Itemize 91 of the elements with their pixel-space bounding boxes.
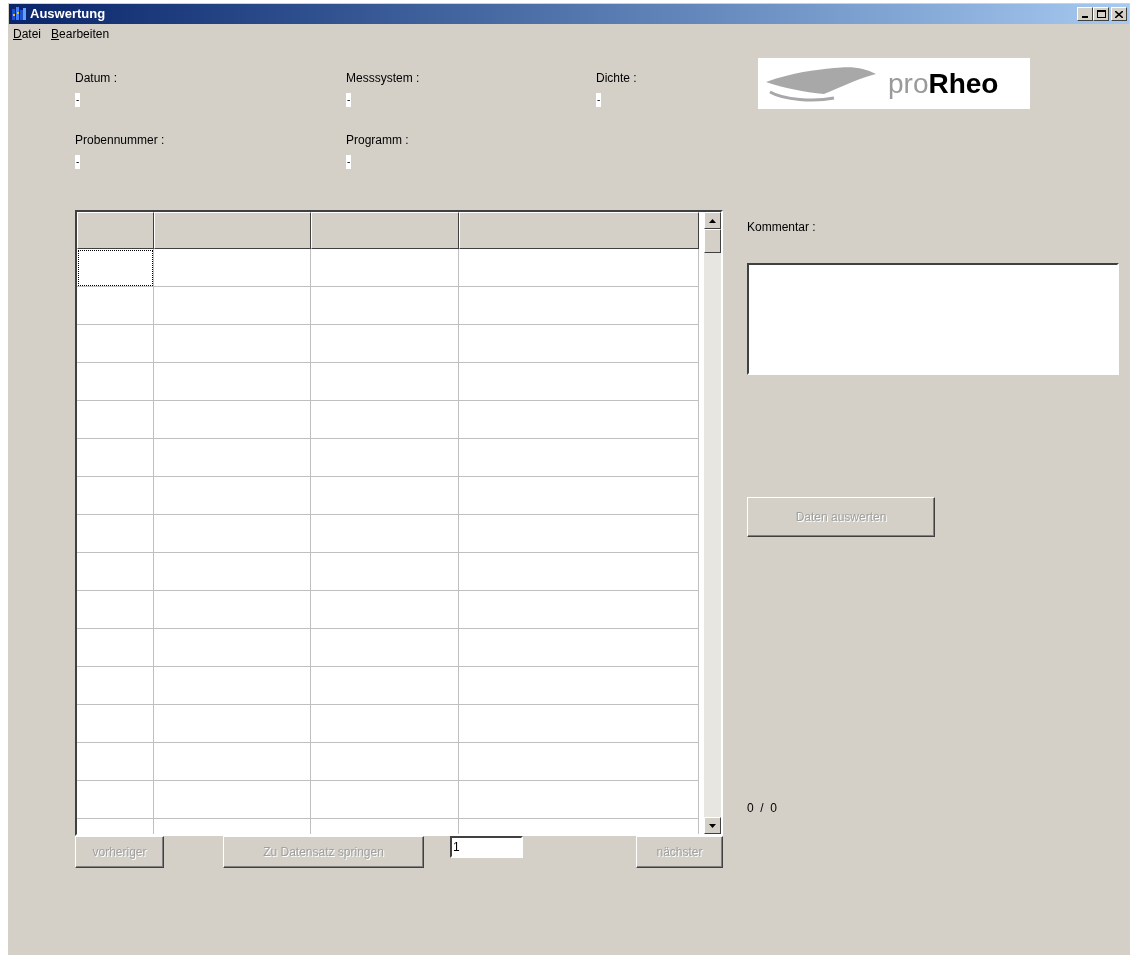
grid-cell[interactable] bbox=[311, 553, 459, 591]
menu-item[interactable]: Bearbeiten bbox=[51, 25, 110, 43]
grid-cell[interactable] bbox=[459, 743, 699, 781]
field-value: - bbox=[75, 155, 81, 169]
grid-cell[interactable] bbox=[154, 249, 311, 287]
column-header[interactable] bbox=[459, 212, 699, 249]
grid-cell[interactable] bbox=[311, 591, 459, 629]
grid-cell[interactable] bbox=[459, 249, 699, 287]
grid-cell[interactable] bbox=[311, 325, 459, 363]
record-field[interactable]: 1 bbox=[450, 836, 523, 858]
grid-cell[interactable] bbox=[154, 591, 311, 629]
comment-label: Kommentar : bbox=[747, 219, 817, 236]
grid-cell[interactable] bbox=[459, 477, 699, 515]
grid-cell[interactable] bbox=[311, 515, 459, 553]
grid-cell[interactable] bbox=[154, 287, 311, 325]
field-value: - bbox=[596, 93, 602, 107]
grid-cell[interactable] bbox=[311, 667, 459, 705]
scrollbar-thumb[interactable] bbox=[704, 229, 721, 253]
grid-cell[interactable] bbox=[154, 743, 311, 781]
grid-cell[interactable] bbox=[77, 705, 154, 743]
grid-cell[interactable] bbox=[459, 363, 699, 401]
field-label: Messsystem : bbox=[346, 70, 421, 87]
grid-cell[interactable] bbox=[154, 515, 311, 553]
grid-cell[interactable] bbox=[77, 287, 154, 325]
grid-cell[interactable] bbox=[154, 553, 311, 591]
grid-cell[interactable] bbox=[459, 287, 699, 325]
grid-cell[interactable] bbox=[459, 439, 699, 477]
field-value: - bbox=[346, 93, 352, 107]
scrollbar[interactable] bbox=[704, 212, 721, 834]
grid-cell[interactable] bbox=[77, 629, 154, 667]
grid-cell[interactable] bbox=[77, 401, 154, 439]
field-value: - bbox=[75, 93, 81, 107]
field-label: Dichte : bbox=[596, 70, 638, 87]
grid-cell[interactable] bbox=[311, 705, 459, 743]
grid-cell[interactable] bbox=[311, 477, 459, 515]
grid-cell[interactable] bbox=[154, 325, 311, 363]
grid-cell[interactable] bbox=[77, 553, 154, 591]
field-label: Probennummer : bbox=[75, 132, 166, 149]
field-label: Datum : bbox=[75, 70, 118, 87]
window-title: Auswertung bbox=[30, 5, 106, 24]
grid-cell[interactable] bbox=[311, 743, 459, 781]
grid-cell[interactable] bbox=[459, 667, 699, 705]
grid-cell[interactable] bbox=[311, 249, 459, 287]
grid-cell[interactable] bbox=[77, 667, 154, 705]
field-value: - bbox=[346, 155, 352, 169]
grid-cell[interactable] bbox=[311, 287, 459, 325]
grid-cell[interactable] bbox=[459, 553, 699, 591]
grid-cell[interactable] bbox=[459, 515, 699, 553]
grid-cell[interactable] bbox=[459, 629, 699, 667]
grid-cell[interactable] bbox=[77, 781, 154, 819]
grid-cell[interactable] bbox=[154, 477, 311, 515]
up-arrow-icon bbox=[709, 218, 716, 223]
grid-cell[interactable] bbox=[154, 705, 311, 743]
grid-cell[interactable] bbox=[77, 743, 154, 781]
grid-cell[interactable] bbox=[459, 401, 699, 439]
logo: proRheo bbox=[758, 58, 1030, 109]
grid-cell[interactable] bbox=[154, 629, 311, 667]
column-header[interactable] bbox=[311, 212, 459, 249]
field-label: Programm : bbox=[346, 132, 410, 149]
close-button[interactable] bbox=[1111, 7, 1127, 21]
grid-cell[interactable] bbox=[459, 591, 699, 629]
minimize-button[interactable] bbox=[1077, 7, 1093, 21]
down-arrow-icon bbox=[709, 823, 716, 828]
grid-cell[interactable] bbox=[311, 439, 459, 477]
grid-cell[interactable] bbox=[311, 781, 459, 819]
grid-cell[interactable] bbox=[459, 781, 699, 819]
grid-cell[interactable] bbox=[154, 363, 311, 401]
comment-field[interactable] bbox=[747, 263, 1119, 375]
column-header[interactable] bbox=[77, 212, 154, 249]
close-icon bbox=[1115, 10, 1123, 18]
menu-item[interactable]: Datei bbox=[13, 25, 42, 43]
grid-cell[interactable] bbox=[154, 667, 311, 705]
grid-cell[interactable] bbox=[154, 439, 311, 477]
grid-cell[interactable] bbox=[459, 325, 699, 363]
grid-cell[interactable] bbox=[154, 781, 311, 819]
grid-cell[interactable] bbox=[459, 705, 699, 743]
record-counter: 0 / 0 bbox=[747, 800, 779, 817]
grid-cell[interactable] bbox=[311, 629, 459, 667]
grid-cell[interactable] bbox=[77, 477, 154, 515]
grid-cell[interactable] bbox=[77, 591, 154, 629]
grid-cell[interactable] bbox=[77, 249, 154, 287]
column-header[interactable] bbox=[154, 212, 311, 249]
grid-cell[interactable] bbox=[154, 401, 311, 439]
grid-cell[interactable] bbox=[311, 363, 459, 401]
grid-cell[interactable] bbox=[77, 439, 154, 477]
grid-cell[interactable] bbox=[77, 325, 154, 363]
grid-cell[interactable] bbox=[77, 515, 154, 553]
grid-cell[interactable] bbox=[311, 401, 459, 439]
grid-cell[interactable] bbox=[77, 363, 154, 401]
maximize-button[interactable] bbox=[1093, 7, 1109, 21]
app-icon bbox=[11, 6, 27, 22]
